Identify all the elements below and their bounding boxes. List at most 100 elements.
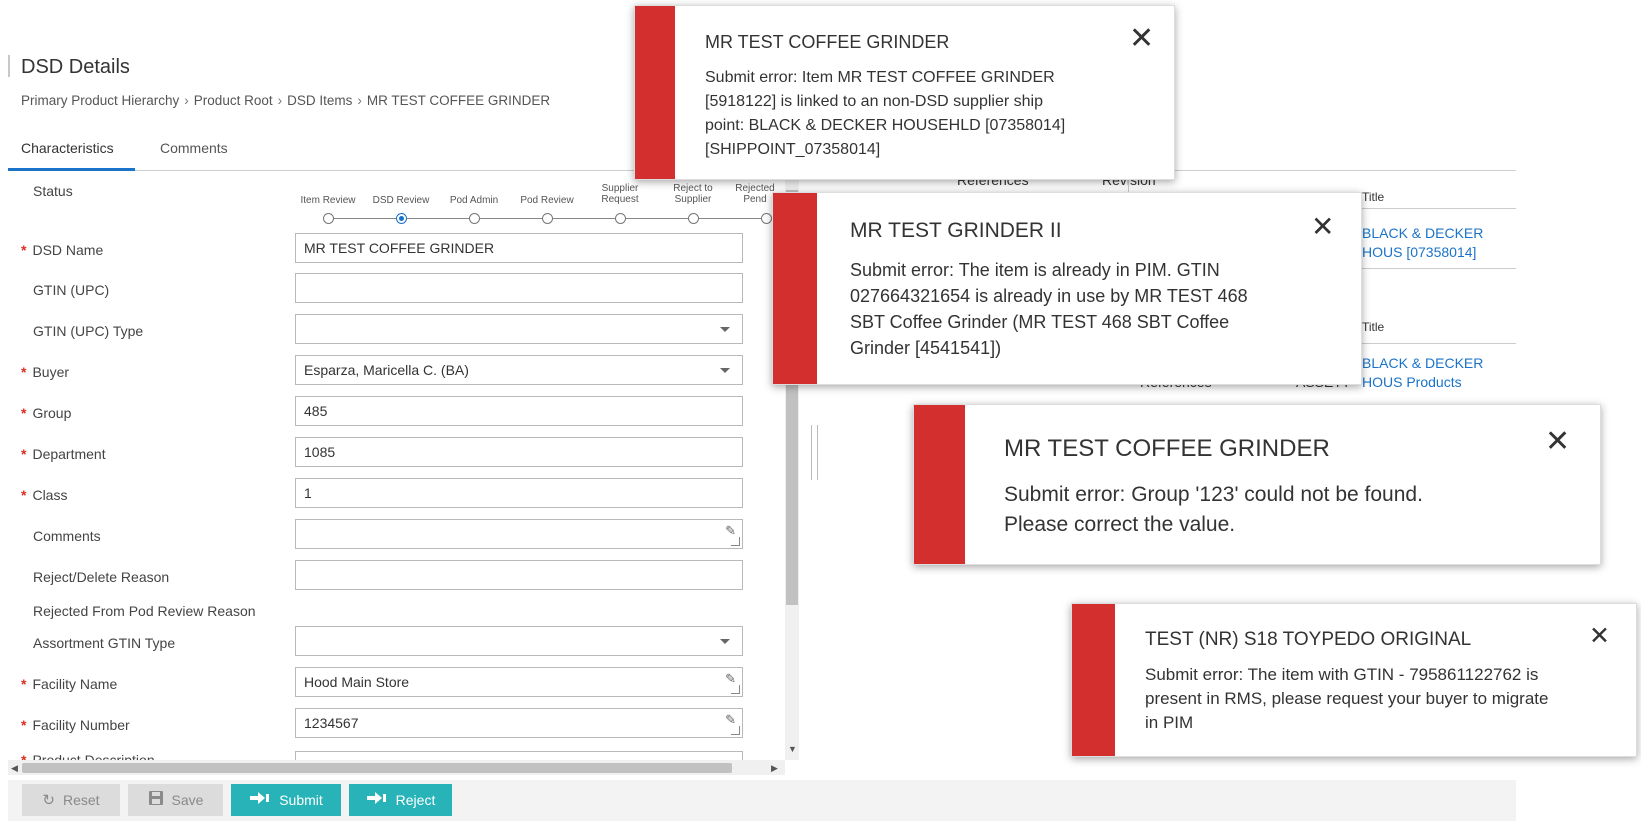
clipped-row: *Product Description MR TEST Coffee Grin…	[8, 749, 785, 760]
toast-message: Submit error: Item MR TEST COFFEE GRINDE…	[705, 69, 1066, 158]
error-indicator-bar	[773, 193, 817, 384]
submit-arrow-icon	[249, 791, 271, 809]
chevron-down-icon	[720, 639, 730, 644]
toast-title: MR TEST COFFEE GRINDER	[705, 32, 950, 52]
tab-comments[interactable]: Comments	[160, 140, 228, 156]
step-label-dsd-review: DSD Review	[372, 195, 430, 206]
toast-message: Submit error: Group '123' could not be f…	[1004, 483, 1423, 536]
dsd-name-label: * DSD Name	[21, 242, 104, 258]
step-dot-supplier-request[interactable]	[615, 213, 626, 224]
step-dot-item-review[interactable]	[323, 213, 334, 224]
toast-title: TEST (NR) S18 TOYPEDO ORIGINAL	[1145, 629, 1472, 650]
buyer-label: * Buyer	[21, 364, 70, 380]
breadcrumb-item-dsd-items[interactable]: DSD Items	[287, 93, 352, 108]
step-label-pod-review: Pod Review	[520, 195, 574, 206]
toast-message: Submit error: The item with GTIN - 79586…	[1145, 665, 1549, 732]
tab-characteristics[interactable]: Characteristics	[21, 140, 114, 156]
step-label-pod-admin: Pod Admin	[449, 195, 499, 206]
required-marker: *	[21, 446, 27, 462]
group-label: * Group	[21, 405, 72, 421]
comments-label: Comments	[33, 528, 101, 544]
tab-active-indicator	[8, 168, 135, 171]
chevron-down-icon	[720, 327, 730, 332]
breadcrumb-item-hierarchy[interactable]: Primary Product Hierarchy	[21, 93, 179, 108]
reject-arrow-icon	[366, 791, 388, 809]
step-dot-reject-to-supplier[interactable]	[688, 213, 699, 224]
breadcrumb-separator: ›	[357, 93, 362, 108]
refresh-icon: ↻	[42, 792, 55, 809]
department-label: * Department	[21, 446, 106, 462]
reference-link[interactable]: BLACK & DECKER HOUS Products	[1362, 354, 1522, 392]
step-dot-rejected-pend[interactable]	[761, 213, 772, 224]
step-label-supplier-request: Supplier Request	[601, 183, 639, 205]
required-marker: *	[21, 242, 27, 258]
buyer-select[interactable]: Esparza, Maricella C. (BA)	[295, 355, 743, 385]
department-input[interactable]: 1085	[295, 437, 743, 467]
error-indicator-bar	[1072, 604, 1115, 756]
resize-handle-icon	[731, 685, 740, 694]
page-title: DSD Details	[21, 56, 130, 78]
reject-reason-label: Reject/Delete Reason	[33, 569, 170, 585]
close-icon[interactable]: ✕	[1589, 624, 1610, 649]
pane-splitter-handle[interactable]	[811, 425, 818, 480]
scroll-left-arrow-icon[interactable]: ◀	[11, 763, 18, 774]
toast-title: MR TEST GRINDER II	[850, 219, 1062, 242]
status-label: Status	[33, 183, 73, 199]
error-indicator-bar	[914, 405, 965, 564]
breadcrumb-separator: ›	[184, 93, 189, 108]
class-label: * Class	[21, 487, 68, 503]
floppy-disk-icon	[148, 790, 164, 810]
facility-name-input[interactable]: Hood Main Store ✎	[295, 667, 743, 697]
required-marker: *	[21, 405, 27, 421]
reference-link[interactable]: BLACK & DECKER HOUS [07358014]	[1362, 224, 1522, 262]
dsd-name-input[interactable]: MR TEST COFFEE GRINDER	[295, 233, 743, 263]
group-input[interactable]: 485	[295, 396, 743, 426]
class-input[interactable]: 1	[295, 478, 743, 508]
horizontal-scrollbar-thumb[interactable]	[22, 763, 732, 773]
error-toast: MR TEST COFFEE GRINDER Submit error: Ite…	[634, 5, 1175, 180]
facility-number-input[interactable]: 1234567 ✎	[295, 708, 743, 738]
step-label-rejected-pend: Rejected Pend	[735, 183, 775, 205]
required-marker: *	[21, 752, 27, 760]
facility-name-label: * Facility Name	[21, 676, 118, 692]
required-marker: *	[21, 717, 27, 733]
step-dot-pod-review[interactable]	[542, 213, 553, 224]
close-icon[interactable]: ✕	[1311, 213, 1334, 241]
submit-button[interactable]: Submit	[231, 784, 341, 816]
gtin-label: GTIN (UPC)	[33, 282, 110, 298]
error-toast: MR TEST COFFEE GRINDER Submit error: Gro…	[913, 404, 1601, 565]
error-indicator-bar	[635, 6, 675, 179]
gtin-input[interactable]	[295, 273, 743, 303]
step-dot-dsd-review[interactable]	[396, 213, 407, 224]
breadcrumb-item-product-root[interactable]: Product Root	[194, 93, 273, 108]
error-toast: MR TEST GRINDER II Submit error: The ite…	[772, 192, 1362, 385]
scroll-right-arrow-icon[interactable]: ▶	[771, 763, 778, 774]
facility-number-label: * Facility Number	[21, 717, 130, 733]
assortment-gtin-type-select[interactable]	[295, 626, 743, 656]
gtin-type-select[interactable]	[295, 314, 743, 344]
reject-reason-input[interactable]	[295, 560, 743, 590]
reset-button[interactable]: ↻ Reset	[22, 784, 120, 816]
breadcrumb: Primary Product Hierarchy › Product Root › D…	[21, 93, 550, 108]
required-marker: *	[21, 487, 27, 503]
chevron-down-icon	[720, 368, 730, 373]
scroll-down-arrow-icon[interactable]: ▼	[788, 744, 797, 754]
product-description-label: * Product Description	[21, 752, 155, 760]
step-label-item-review: Item Review	[300, 195, 356, 206]
step-dot-pod-admin[interactable]	[469, 213, 480, 224]
required-marker: *	[21, 676, 27, 692]
rejected-from-pod-label: Rejected From Pod Review Reason	[33, 603, 256, 619]
save-button[interactable]: Save	[128, 784, 223, 816]
title-column-header: Title	[1362, 320, 1385, 334]
toast-message: Submit error: The item is already in PIM…	[850, 260, 1248, 358]
reject-button[interactable]: Reject	[349, 784, 452, 816]
close-icon[interactable]: ✕	[1545, 427, 1570, 457]
product-description-input[interactable]: MR TEST Coffee Grinder	[295, 751, 743, 760]
breadcrumb-item-current: MR TEST COFFEE GRINDER	[366, 93, 551, 108]
close-icon[interactable]: ✕	[1129, 24, 1154, 54]
header-accent-bar	[8, 55, 10, 77]
comments-textarea[interactable]: ✎	[295, 519, 743, 549]
resize-handle-icon	[731, 537, 740, 546]
title-column-header: Title	[1362, 190, 1385, 204]
gtin-type-label: GTIN (UPC) Type	[33, 323, 144, 339]
